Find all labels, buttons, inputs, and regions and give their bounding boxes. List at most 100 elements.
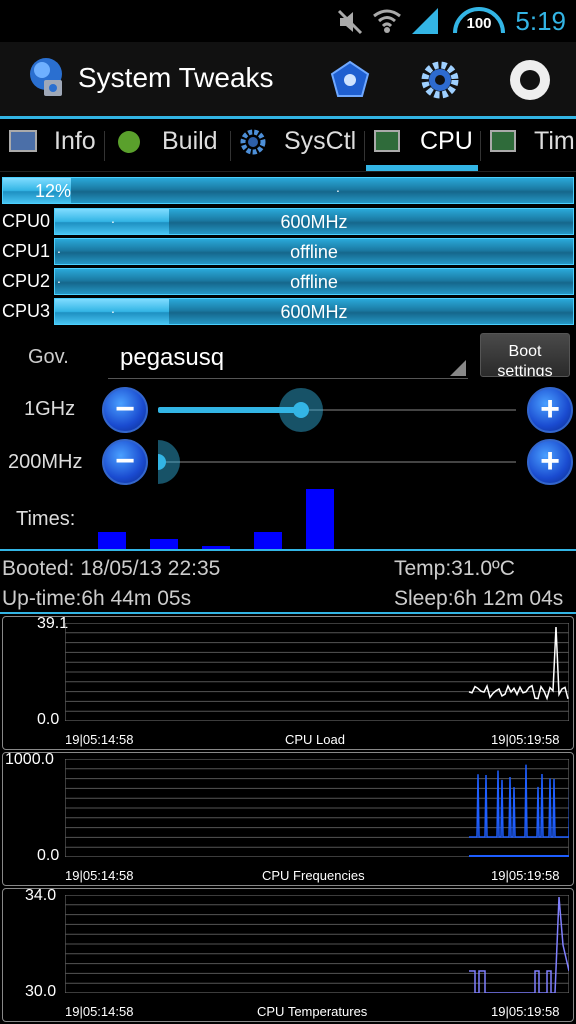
max-freq-decrease-button[interactable]: − bbox=[102, 387, 148, 433]
boot-settings-button[interactable]: Boot settings bbox=[480, 333, 570, 377]
cpu-total-track: 12% . bbox=[2, 177, 574, 204]
battery-level: 100 bbox=[466, 15, 492, 32]
graph-max: 1000.0 bbox=[5, 751, 54, 768]
max-freq-slider-thumb[interactable] bbox=[279, 388, 324, 432]
times-bar bbox=[254, 531, 282, 550]
booted-info: Booted: 18/05/13 22:35 bbox=[2, 557, 221, 580]
graph-start-time: 19|05:14:58 bbox=[65, 868, 134, 883]
boot-settings-label: Boot settings bbox=[497, 343, 553, 377]
times-bar bbox=[98, 531, 126, 550]
muted-icon bbox=[337, 9, 363, 35]
minus-icon: − bbox=[115, 390, 135, 428]
tab-info[interactable]: Info bbox=[0, 119, 104, 171]
app-icon[interactable] bbox=[326, 56, 374, 104]
times-bar bbox=[306, 489, 334, 550]
core-name: CPU1 bbox=[2, 241, 51, 261]
tab-tim[interactable]: Tim bbox=[482, 119, 576, 171]
times-histogram bbox=[98, 484, 358, 550]
app-logo-icon bbox=[30, 58, 62, 96]
divider bbox=[0, 549, 576, 551]
core-value: 600MHz bbox=[280, 302, 348, 322]
cpu-total-label: 12% bbox=[35, 181, 72, 201]
core-value: offline bbox=[290, 272, 338, 292]
graph-start-time: 19|05:14:58 bbox=[65, 1004, 134, 1019]
cpu-frequency-trace bbox=[469, 764, 569, 838]
tab-selected-indicator bbox=[366, 165, 478, 171]
graph-min: 30.0 bbox=[25, 983, 57, 1000]
monitor-icon bbox=[9, 130, 37, 152]
graph-end-time: 19|05:19:58 bbox=[491, 732, 560, 747]
graph-title: CPU Frequencies bbox=[262, 868, 365, 883]
graph-end-time: 19|05:19:58 bbox=[491, 1004, 560, 1019]
cpu-core-row: CPU1 . offline bbox=[0, 238, 576, 265]
graph-start-time: 19|05:14:58 bbox=[65, 732, 134, 747]
core-track: . offline bbox=[54, 268, 574, 295]
tab-divider bbox=[364, 131, 365, 161]
core-track: . offline bbox=[54, 238, 574, 265]
tab-label: Build bbox=[162, 127, 218, 155]
graph-title: CPU Temperatures bbox=[257, 1004, 368, 1019]
cpu-core-row: CPU3 . 600MHz bbox=[0, 298, 576, 325]
min-freq-slider-track[interactable] bbox=[158, 461, 516, 463]
min-freq-increase-button[interactable]: + bbox=[527, 439, 573, 485]
battery-icon: 100 bbox=[452, 7, 506, 35]
clock: 5:19 bbox=[515, 6, 566, 36]
cpu-core-row: CPU0 . 600MHz bbox=[0, 208, 576, 235]
plus-icon: + bbox=[540, 442, 560, 480]
divider bbox=[0, 612, 576, 614]
tab-label: Tim bbox=[534, 127, 575, 155]
app-title: System Tweaks bbox=[78, 62, 274, 93]
settings-gear-icon[interactable] bbox=[416, 56, 464, 104]
tab-divider bbox=[104, 131, 105, 161]
governor-value: pegasusq bbox=[120, 344, 225, 371]
tab-sysctl[interactable]: SysCtl bbox=[232, 119, 364, 171]
tab-label: Info bbox=[54, 127, 96, 155]
cpu-frequencies-graph: 1000.0 0.0 19|05:14:58 CPU Frequencies 1… bbox=[2, 751, 574, 886]
graph-max: 39.1 bbox=[37, 615, 69, 632]
core-name: CPU0 bbox=[2, 211, 51, 231]
cpu-total-bar: 12% . bbox=[0, 177, 576, 204]
cpu-core-row: CPU2 . offline bbox=[0, 268, 576, 295]
chip-icon bbox=[490, 130, 516, 152]
cpu-load-trace bbox=[468, 626, 569, 701]
temp-info: Temp:31.0ºC bbox=[394, 557, 515, 580]
android-icon bbox=[118, 131, 140, 153]
core-track: . 600MHz bbox=[54, 208, 574, 235]
governor-label: Gov. bbox=[28, 346, 69, 368]
tab-build[interactable]: Build bbox=[106, 119, 230, 171]
cpu-load-graph: 39.1 0.0 19|05:14:58 CPU Load 19|05:19:5… bbox=[2, 615, 574, 750]
tab-divider bbox=[480, 131, 481, 161]
tab-bar: Info Build SysCtl CPU Tim bbox=[0, 119, 576, 172]
cpu-load-plot bbox=[65, 623, 569, 721]
tab-label: CPU bbox=[420, 127, 473, 155]
minus-icon: − bbox=[115, 442, 135, 480]
governor-dropdown[interactable]: pegasusq bbox=[108, 336, 468, 379]
signal-icon bbox=[412, 8, 438, 34]
min-freq-label: 200MHz bbox=[8, 451, 83, 473]
graph-max: 34.0 bbox=[25, 887, 57, 904]
core-value: offline bbox=[290, 242, 338, 262]
cpu-temperatures-graph: 34.0 30.0 19|05:14:58 CPU Temperatures 1… bbox=[2, 887, 574, 1022]
cpu-temperature-trace bbox=[469, 896, 569, 993]
status-bar: 100 5:19 bbox=[0, 0, 576, 42]
bar-marker: . bbox=[336, 179, 340, 195]
tab-divider bbox=[230, 131, 231, 161]
graph-end-time: 19|05:19:58 bbox=[491, 868, 560, 883]
wifi-icon bbox=[373, 9, 401, 33]
core-track: . 600MHz bbox=[54, 298, 574, 325]
graph-title: CPU Load bbox=[285, 732, 345, 747]
tab-cpu[interactable]: CPU bbox=[366, 119, 480, 171]
cpu-frequencies-plot bbox=[65, 759, 569, 857]
tab-label: SysCtl bbox=[284, 127, 357, 155]
chip-icon bbox=[374, 130, 400, 152]
plus-icon: + bbox=[540, 390, 560, 428]
record-icon[interactable] bbox=[506, 56, 554, 104]
graph-min: 0.0 bbox=[37, 711, 60, 728]
min-freq-decrease-button[interactable]: − bbox=[102, 439, 148, 485]
cpu-temperatures-plot bbox=[65, 895, 569, 993]
gear-icon bbox=[240, 129, 266, 155]
max-freq-label: 1GHz bbox=[24, 398, 76, 420]
graph-min: 0.0 bbox=[37, 847, 60, 864]
times-label: Times: bbox=[16, 508, 76, 530]
max-freq-increase-button[interactable]: + bbox=[527, 387, 573, 433]
